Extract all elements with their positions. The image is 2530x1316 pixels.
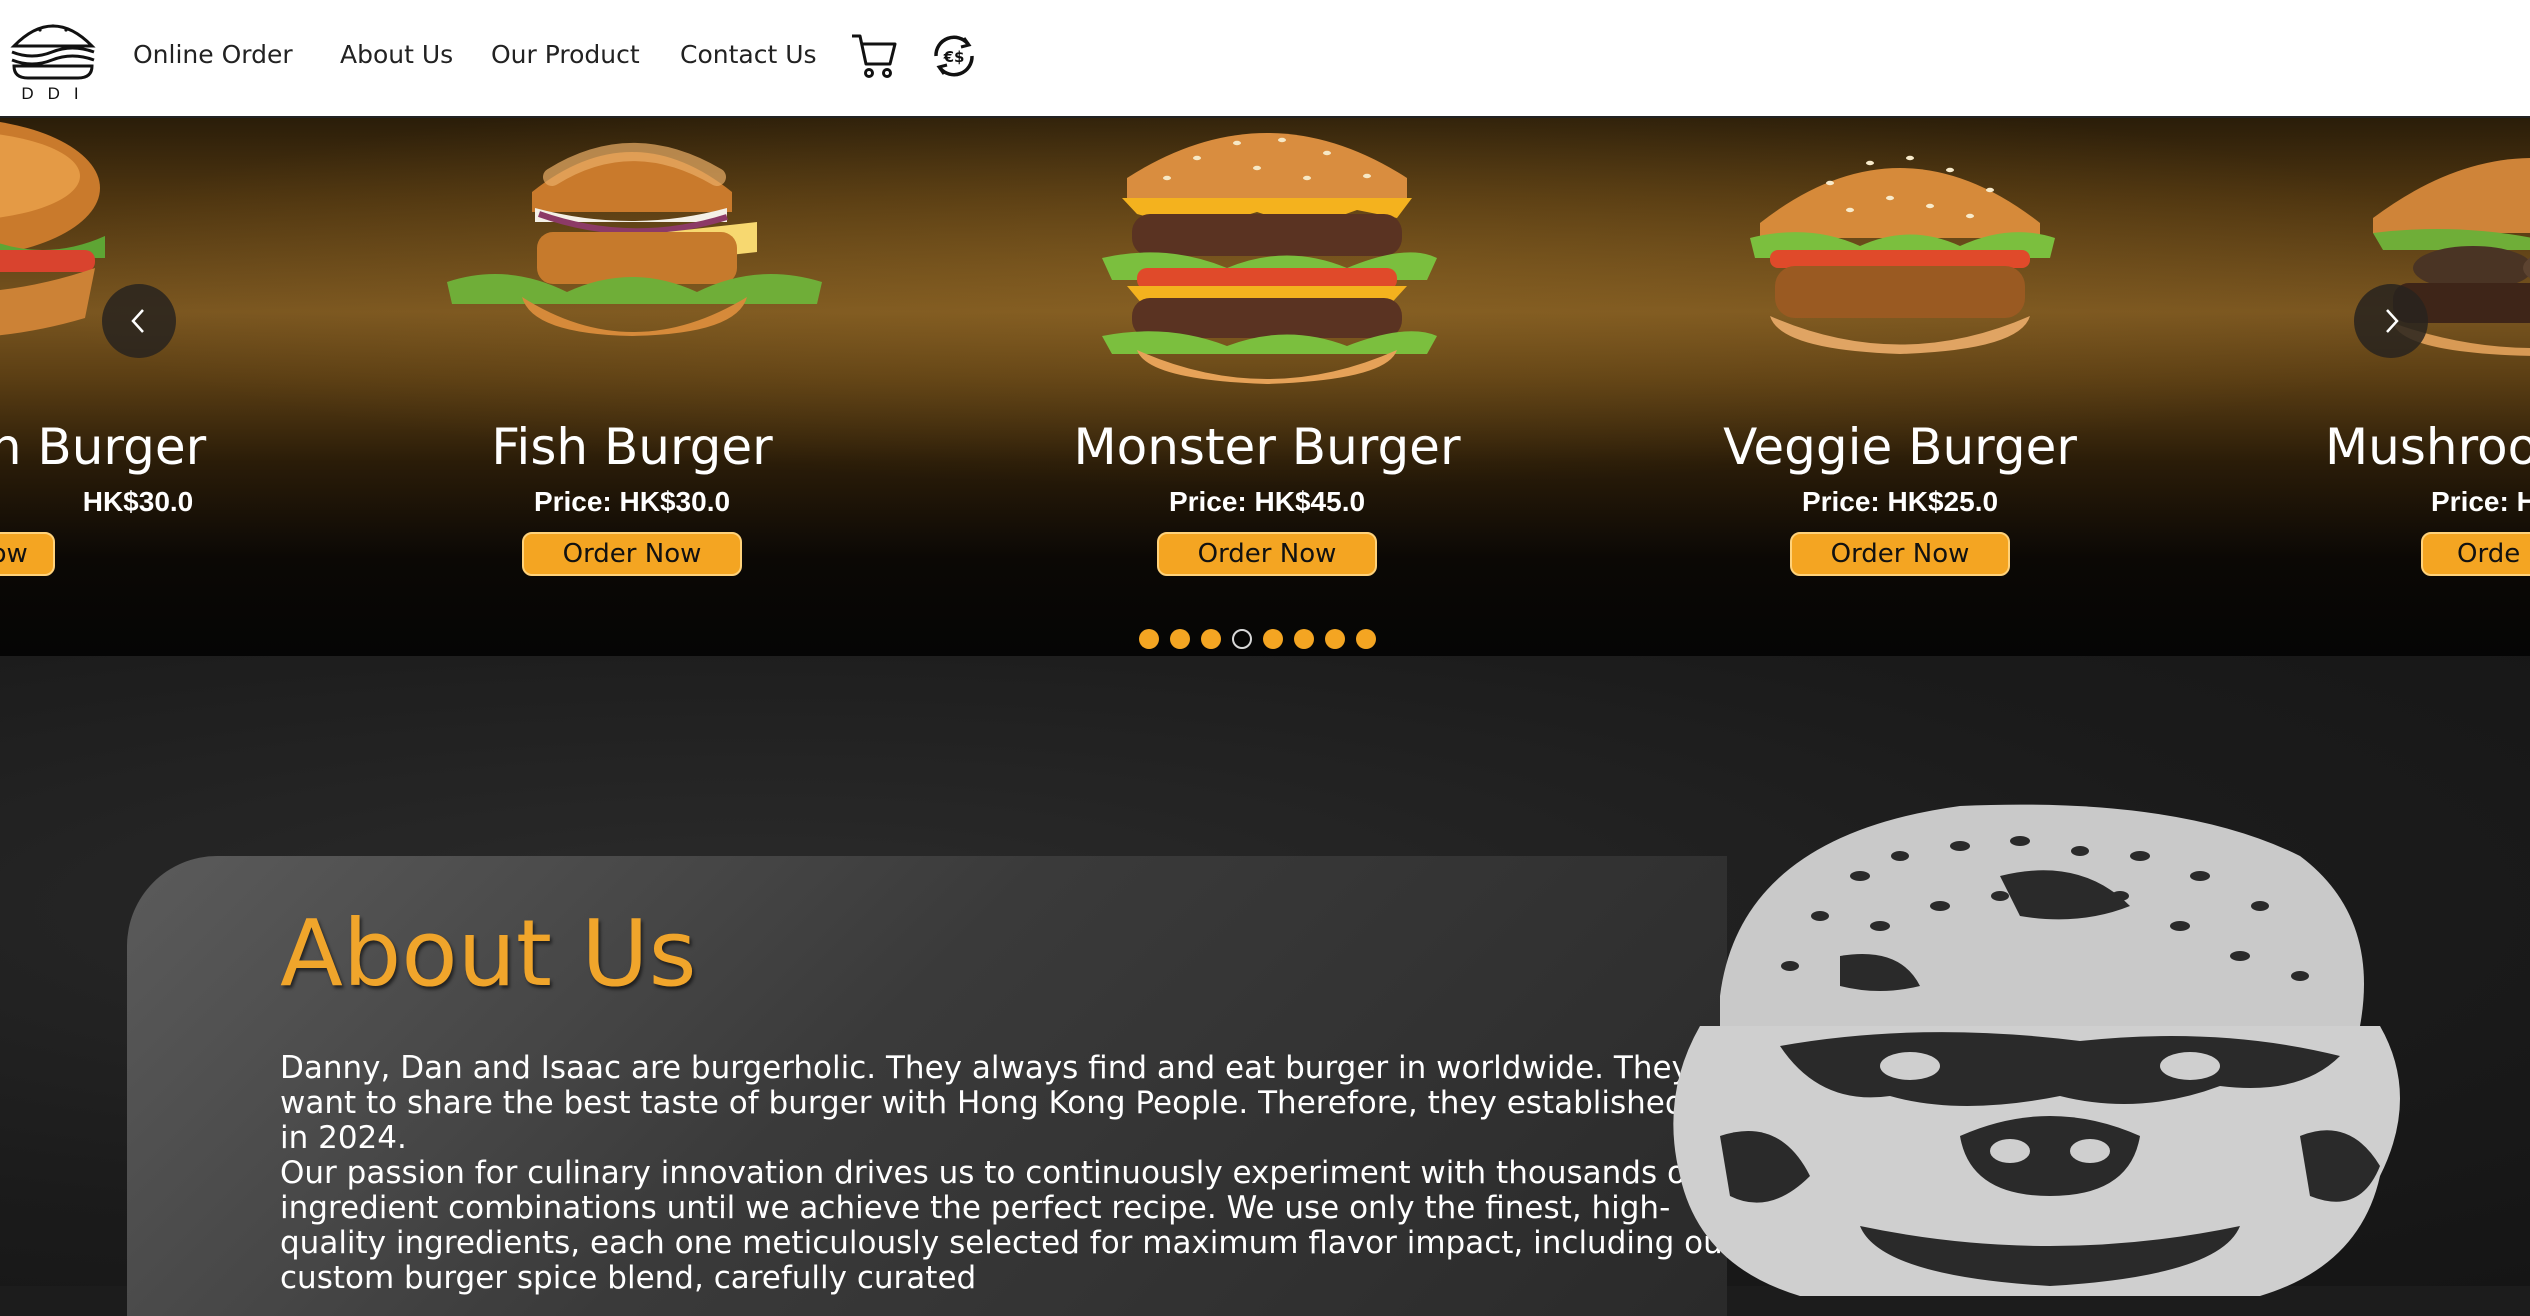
burger-name: Monster Burger [1073,418,1461,476]
carousel-dot[interactable] [1139,629,1159,649]
carousel-dot[interactable] [1263,629,1283,649]
burger-name: Veggie Burger [1723,418,2077,476]
cart-icon[interactable] [848,30,900,82]
burger-price: Price: HK$45.0 [1168,486,1366,517]
carousel-dot[interactable] [1232,629,1252,649]
about-section: About Us Danny, Dan and Isaac are burger… [0,656,2530,1316]
about-paragraph: Our passion for culinary innovation driv… [280,1155,1736,1296]
carousel-dot[interactable] [1356,629,1376,649]
top-navbar: DDI Online Order About Us Our Product Co… [0,0,2530,118]
nav-link-online-order[interactable]: Online Order [133,40,293,69]
svg-text:€$: €$ [943,48,965,66]
order-now-button[interactable]: Order Now [1157,532,1377,576]
chevron-left-icon [131,309,144,333]
monster-burger-image [1102,133,1437,384]
chicken-burger-image [0,122,105,336]
carousel-prev-button[interactable] [102,284,176,358]
carousel-item: Monster Burger Price: HK$45.0 Order Now [967,118,1567,578]
chevron-right-icon [2386,309,2399,333]
carousel-dot[interactable] [1170,629,1190,649]
gorilla-burger-illustration [1673,804,2400,1296]
about-card: About Us Danny, Dan and Isaac are burger… [127,856,1751,1316]
about-text: Danny, Dan and Isaac are burgerholic. Th… [280,1051,1770,1296]
veggie-burger-image [1750,155,2055,354]
carousel-dot[interactable] [1201,629,1221,649]
order-now-button[interactable]: Order Now [1790,532,2010,576]
about-paragraph: Danny, Dan and Isaac are burgerholic. Th… [280,1050,1752,1156]
currency-exchange-icon[interactable]: €$ [928,30,980,82]
order-now-button[interactable]: Order Now [522,532,742,576]
burger-price: Price: HK$30.0 [533,486,731,517]
burger-price: Price: H [2431,486,2530,517]
burger-name: Mushroo [2325,418,2530,476]
carousel-dot[interactable] [1325,629,1345,649]
nav-link-contact-us[interactable]: Contact Us [680,40,817,69]
carousel-item: Veggie Burger Price: HK$25.0 Order Now [1600,118,2200,578]
carousel-next-button[interactable] [2354,284,2428,358]
logo-text: DDI [21,84,93,103]
burger-price: Price: HK$25.0 [1801,486,1999,517]
nav-link-our-product[interactable]: Our Product [491,40,640,69]
about-title: About Us [280,900,697,1007]
carousel-dot[interactable] [1294,629,1314,649]
burger-carousel: n Burger HK$30.0 r Now Fish Burger Price… [0,118,2530,656]
nav-link-about-us[interactable]: About Us [340,40,453,69]
burger-name: Fish Burger [491,418,773,476]
fish-burger-image [447,143,822,336]
order-now-button[interactable]: r Now [0,532,55,576]
order-now-button[interactable]: Orde [2421,532,2530,576]
carousel-item: Fish Burger Price: HK$30.0 Order Now [332,118,932,578]
